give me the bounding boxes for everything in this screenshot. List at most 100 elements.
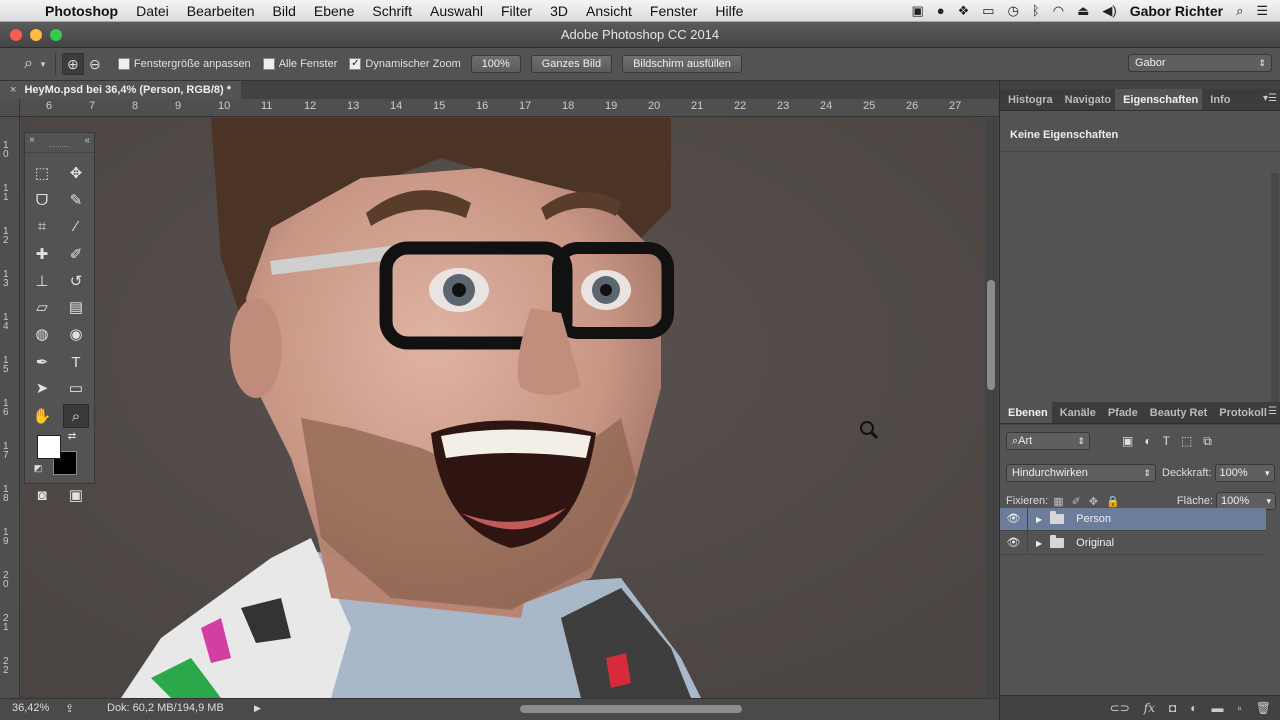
layer-row-person[interactable]: 👁 ▶ Person [1000,507,1266,531]
vertical-ruler[interactable]: 1 0 1 1 1 2 1 3 1 4 1 5 1 6 1 7 1 8 1 9 2 0 2 1 2 2 [0,117,20,698]
pen-tool-icon[interactable]: ✒ [29,350,55,374]
window-maximize-button[interactable] [50,29,62,41]
zoom-level[interactable]: 36,42% [12,702,49,714]
link-layers-icon[interactable]: ⊂⊃ [1110,701,1130,715]
spotlight-search-icon[interactable]: ⌕ [1236,3,1243,19]
menu-datei[interactable]: Datei [127,3,178,19]
filter-pixel-icon[interactable]: ▣ [1122,434,1133,449]
workspace-select[interactable]: Gabor ⇕ [1128,54,1272,72]
zoom-in-icon[interactable]: ⊕ [61,53,84,75]
canvas-vertical-scrollbar[interactable] [985,118,998,698]
menu-photoshop[interactable]: Photoshop [36,3,127,19]
zoom-100-button[interactable]: 100% [470,55,521,73]
new-layer-icon[interactable]: ▫ [1238,701,1242,715]
lock-transparency-icon[interactable]: ▦ [1053,495,1063,508]
layer-style-icon[interactable]: fx [1144,701,1155,715]
layer-filter-select[interactable]: ⌕Art ⇕ [1006,432,1090,450]
document-tab[interactable]: × HeyMo.psd bei 36,4% (Person, RGB/8) * [0,81,242,99]
resize-window-checkbox[interactable]: Fenstergröße anpassen [117,58,251,70]
lock-all-icon[interactable]: 🔒 [1106,495,1120,508]
close-panel-icon[interactable]: × [29,135,35,146]
add-mask-icon[interactable]: ◘ [1169,701,1176,715]
menu-fenster[interactable]: Fenster [641,3,706,19]
fit-screen-button[interactable]: Ganzes Bild [530,55,613,73]
menu-bild[interactable]: Bild [264,3,305,19]
menu-bearbeiten[interactable]: Bearbeiten [178,3,264,19]
expand-triangle-icon[interactable]: ▶ [1036,539,1042,548]
filter-smart-object-icon[interactable]: ⧉ [1203,434,1212,449]
visibility-eye-icon[interactable]: 👁 [1000,507,1028,531]
time-machine-icon[interactable]: ◷ [1008,3,1019,19]
layer-name[interactable]: Person [1076,513,1111,525]
notification-list-icon[interactable]: ☰ [1256,3,1268,19]
rectangle-tool-icon[interactable]: ▭ [63,376,89,400]
delete-layer-icon[interactable]: 🗑 [1256,701,1271,715]
scroll-thumb[interactable] [987,280,995,390]
marquee-tool-icon[interactable]: ⬚ [29,161,55,185]
hat-icon[interactable]: ● [937,3,945,18]
menu-auswahl[interactable]: Auswahl [421,3,492,19]
menu-schrift[interactable]: Schrift [363,3,421,19]
ruler-origin[interactable] [0,99,20,117]
default-colors-icon[interactable]: ◩ [31,461,45,475]
lock-position-icon[interactable]: ✥ [1089,495,1098,508]
tab-histogram[interactable]: Histogra [1000,89,1057,110]
visibility-eye-icon[interactable]: 👁 [1000,531,1028,555]
close-tab-icon[interactable]: × [10,81,16,99]
dynamic-zoom-checkbox[interactable]: ✓ Dynamischer Zoom [349,58,461,70]
dodge-tool-icon[interactable]: ◉ [63,322,89,346]
user-name[interactable]: Gabor Richter [1130,3,1223,19]
horizontal-ruler[interactable]: 6 7 8 9 10 11 12 13 14 15 16 17 18 19 20 21 22 23 24 25 26 27 [20,99,998,117]
foreground-color-swatch[interactable] [37,435,61,459]
type-tool-icon[interactable]: T [63,350,89,374]
checkbox-box[interactable] [117,58,130,70]
filter-type-icon[interactable]: T [1163,434,1170,449]
share-icon[interactable]: ⇪ [65,702,74,715]
tab-paths[interactable]: Pfade [1100,402,1142,423]
tab-channels[interactable]: Kanäle [1052,402,1100,423]
screen-mode-icon[interactable]: ▣ [63,483,89,507]
document-canvas[interactable] [21,118,984,698]
properties-scrollbar[interactable] [1271,173,1279,413]
brush-tool-icon[interactable]: ✐ [63,242,89,266]
preset-dropdown-icon[interactable]: ▼ [39,60,47,69]
airplay-icon[interactable]: ▭ [982,3,994,19]
filter-adjustment-icon[interactable]: ◐ [1144,434,1151,449]
gradient-tool-icon[interactable]: ▤ [63,295,89,319]
hand-tool-icon[interactable]: ✋ [29,404,55,428]
opacity-field[interactable]: 100% ▾ [1214,464,1275,482]
menu-filter[interactable]: Filter [492,3,541,19]
menu-3d[interactable]: 3D [541,3,577,19]
tools-panel-header[interactable]: × « [25,133,94,153]
layer-name[interactable]: Original [1076,537,1114,549]
window-minimize-button[interactable] [30,29,42,41]
volume-icon[interactable]: ◀) [1102,3,1116,19]
tab-layers[interactable]: Ebenen [1000,402,1052,423]
blur-tool-icon[interactable]: ◍ [29,322,55,346]
menu-hilfe[interactable]: Hilfe [706,3,752,19]
swap-colors-icon[interactable]: ⇄ [65,429,79,443]
path-selection-tool-icon[interactable]: ➤ [29,376,55,400]
lock-pixels-icon[interactable]: ✐ [1072,495,1081,508]
tab-properties[interactable]: Eigenschaften [1115,89,1203,110]
status-menu-arrow-icon[interactable]: ▶ [254,703,261,714]
dropbox-icon[interactable]: ❖ [958,3,970,19]
clone-stamp-tool-icon[interactable]: ⊥ [29,269,55,293]
zoom-out-icon[interactable]: ⊖ [84,53,106,75]
wifi-icon[interactable]: ◠ [1053,3,1064,19]
tab-info[interactable]: Info [1202,89,1234,110]
panel-menu-icon[interactable]: ▾☰ [1263,93,1277,104]
zoom-tool-preset-icon[interactable]: ⌕ [24,55,33,73]
eraser-tool-icon[interactable]: ▱ [29,295,55,319]
grip-handle[interactable] [49,146,69,149]
new-adjustment-icon[interactable]: ◐ [1190,701,1197,715]
expand-triangle-icon[interactable]: ▶ [1036,515,1042,524]
fill-screen-button[interactable]: Bildschirm ausfüllen [622,55,742,73]
move-tool-icon[interactable]: ✥ [63,161,89,185]
screen-record-icon[interactable]: ▣ [911,3,923,19]
new-group-icon[interactable]: ▬ [1212,701,1224,715]
lasso-tool-icon[interactable]: ᗜ [29,188,55,212]
zoom-tool-icon[interactable]: ⌕ [63,404,89,428]
checkbox-box[interactable] [262,58,275,70]
horizontal-scroll-thumb[interactable] [520,705,742,713]
